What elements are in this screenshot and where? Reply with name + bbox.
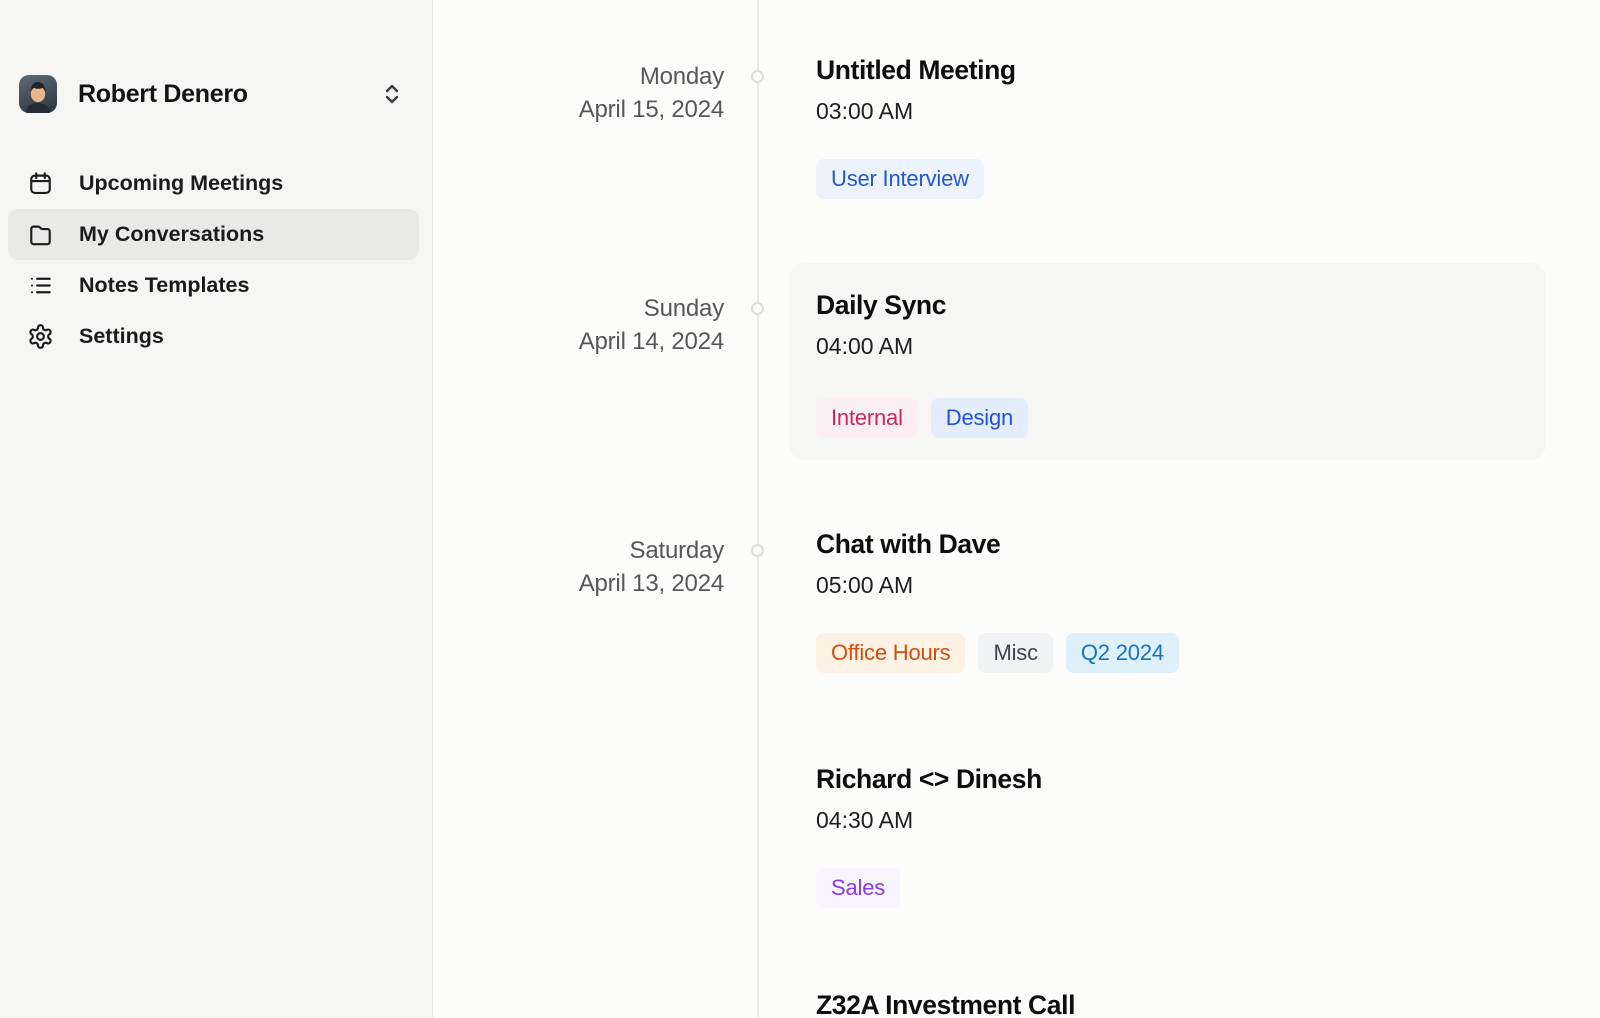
app-window: Robert Denero Upcoming Meetings: [0, 0, 1600, 1018]
meeting-time: 04:30 AM: [816, 805, 1042, 835]
timeline-dot: [751, 544, 764, 557]
meeting-time: 03:00 AM: [816, 96, 1016, 126]
tag-design[interactable]: Design: [931, 398, 1028, 438]
chevron-up-down-icon: [382, 80, 402, 108]
sidebar-item-label: Settings: [79, 324, 164, 349]
user-name: Robert Denero: [78, 80, 382, 109]
avatar: [19, 75, 57, 113]
sidebar-item-label: My Conversations: [79, 222, 264, 247]
meeting-title: Daily Sync: [816, 288, 1546, 322]
folder-icon: [27, 221, 54, 248]
sidebar-item-label: Notes Templates: [79, 273, 249, 298]
sidebar-item-label: Upcoming Meetings: [79, 171, 283, 196]
gear-icon: [27, 323, 54, 350]
sidebar-item-settings[interactable]: Settings: [8, 311, 419, 362]
timeline-line: [757, 0, 759, 1018]
tag-q2-2024[interactable]: Q2 2024: [1066, 633, 1179, 673]
sidebar-item-upcoming-meetings[interactable]: Upcoming Meetings: [8, 158, 419, 209]
tag-row: Internal Design: [816, 398, 1546, 438]
weekday-label: Saturday: [434, 534, 724, 567]
date-text: April 15, 2024: [434, 93, 724, 126]
tag-row: Office Hours Misc Q2 2024: [816, 633, 1179, 673]
sidebar-nav: Upcoming Meetings My Conversations: [8, 158, 419, 362]
calendar-icon: [27, 170, 54, 197]
meeting-entry-chat-with-dave[interactable]: Chat with Dave 05:00 AM Office Hours Mis…: [816, 527, 1179, 673]
tag-office-hours[interactable]: Office Hours: [816, 633, 965, 673]
tag-sales[interactable]: Sales: [816, 868, 900, 908]
meeting-title: Richard <> Dinesh: [816, 762, 1042, 796]
tag-misc[interactable]: Misc: [978, 633, 1052, 673]
sidebar-item-my-conversations[interactable]: My Conversations: [8, 209, 419, 260]
date-label: Sunday April 14, 2024: [434, 292, 724, 358]
meeting-title: Chat with Dave: [816, 527, 1179, 561]
meeting-entry-z32a-investment-call[interactable]: Z32A Investment Call: [816, 988, 1075, 1018]
tag-row: Sales: [816, 868, 1042, 908]
weekday-label: Monday: [434, 60, 724, 93]
tag-row: User Interview: [816, 159, 1016, 199]
meeting-title: Z32A Investment Call: [816, 988, 1075, 1018]
date-label: Saturday April 13, 2024: [434, 534, 724, 600]
meeting-entry-untitled-meeting[interactable]: Untitled Meeting 03:00 AM User Interview: [816, 53, 1016, 199]
date-text: April 13, 2024: [434, 567, 724, 600]
meeting-title: Untitled Meeting: [816, 53, 1016, 87]
timeline-dot: [751, 70, 764, 83]
date-text: April 14, 2024: [434, 325, 724, 358]
meeting-time: 05:00 AM: [816, 570, 1179, 600]
tag-user-interview[interactable]: User Interview: [816, 159, 984, 199]
meeting-entry-daily-sync[interactable]: Daily Sync 04:00 AM Internal Design: [789, 263, 1546, 460]
tag-internal[interactable]: Internal: [816, 398, 918, 438]
meeting-entry-richard-dinesh[interactable]: Richard <> Dinesh 04:30 AM Sales: [816, 762, 1042, 908]
conversations-timeline: Monday April 15, 2024 Sunday April 14, 2…: [434, 0, 1600, 1018]
date-label: Monday April 15, 2024: [434, 60, 724, 126]
timeline-dot: [751, 302, 764, 315]
meeting-time: 04:00 AM: [816, 331, 1546, 361]
weekday-label: Sunday: [434, 292, 724, 325]
list-icon: [27, 272, 54, 299]
account-switcher[interactable]: Robert Denero: [19, 75, 414, 113]
sidebar-item-notes-templates[interactable]: Notes Templates: [8, 260, 419, 311]
sidebar: Robert Denero Upcoming Meetings: [0, 0, 433, 1018]
